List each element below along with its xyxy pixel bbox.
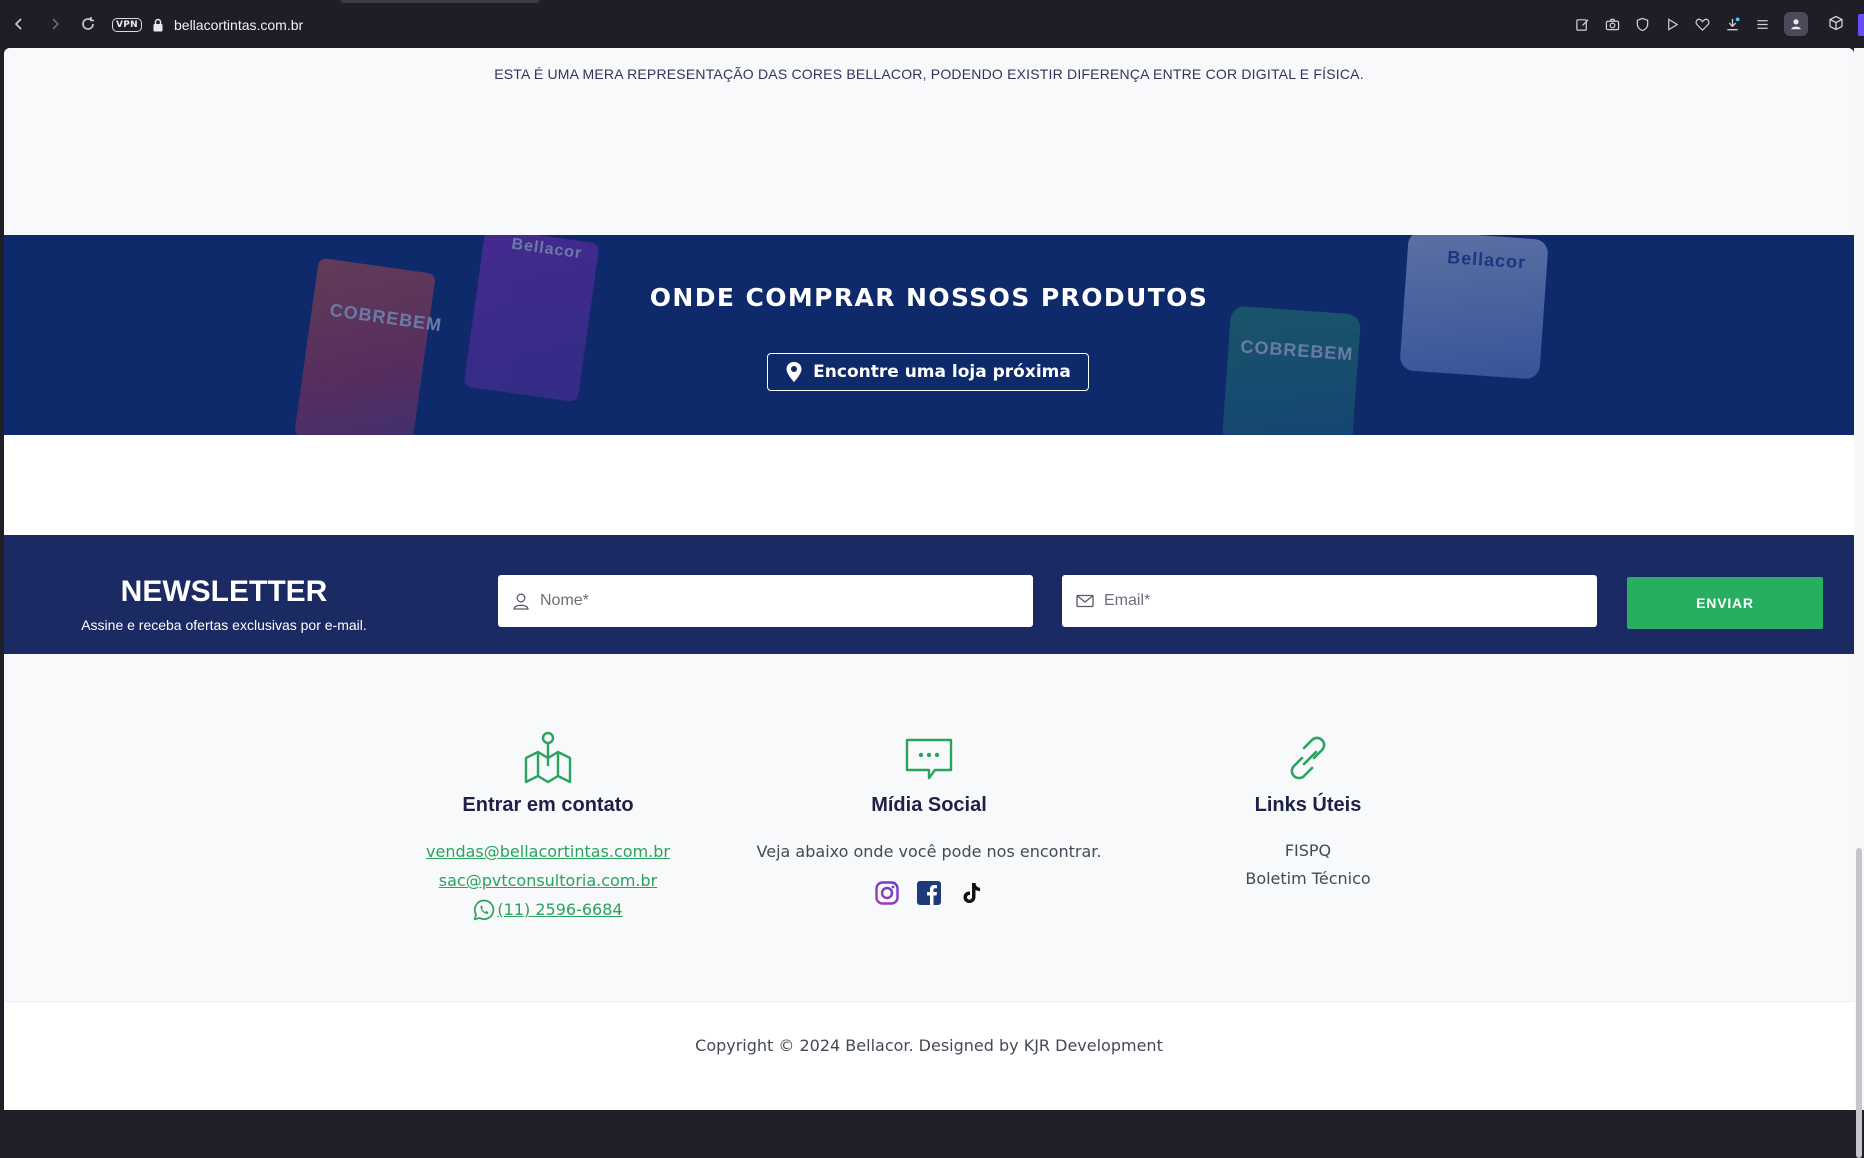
- newsletter-name-field-wrapper: [498, 575, 1033, 627]
- copyright-bar: Copyright © 2024 Bellacor. Designed by K…: [4, 1001, 1854, 1110]
- heart-icon[interactable]: [1694, 16, 1710, 32]
- useful-links-list: FISPQ Boletim Técnico: [1098, 837, 1518, 893]
- support-email-link[interactable]: sac@pvtconsultoria.com.br: [338, 866, 758, 895]
- social-heading: Mídia Social: [871, 794, 987, 816]
- address-bar[interactable]: VPN bellacortintas.com.br: [112, 12, 303, 38]
- can-label: Bellacor: [510, 235, 584, 263]
- lock-icon: [153, 18, 163, 32]
- camera-icon[interactable]: [1604, 16, 1620, 32]
- newsletter-subtitle: Assine e receba ofertas exclusivas por e…: [81, 617, 367, 633]
- download-icon[interactable]: [1724, 16, 1740, 32]
- back-icon[interactable]: [8, 13, 30, 35]
- where-to-buy-banner: COBREBEM Bellacor COBREBEM Bellacor ONDE…: [4, 235, 1854, 435]
- fispq-link[interactable]: FISPQ: [1098, 837, 1518, 865]
- scrollbar-thumb[interactable]: [1856, 848, 1862, 1158]
- map-location-icon: [524, 731, 572, 784]
- url-text[interactable]: bellacortintas.com.br: [174, 17, 303, 33]
- profile-icon[interactable]: [1784, 12, 1808, 36]
- sales-email-link[interactable]: vendas@bellacortintas.com.br: [338, 837, 758, 866]
- shield-icon[interactable]: [1634, 16, 1650, 32]
- copyright-text: Copyright © 2024 Bellacor. Designed by K…: [695, 1036, 1163, 1055]
- active-tab-indicator: [340, 0, 540, 3]
- user-icon: [513, 593, 529, 610]
- newsletter-email-input[interactable]: [1104, 592, 1484, 610]
- newsletter-name-input[interactable]: [540, 592, 920, 610]
- technical-bulletin-link[interactable]: Boletim Técnico: [1098, 865, 1518, 893]
- newsletter-section: NEWSLETTER Assine e receba ofertas exclu…: [4, 535, 1854, 654]
- link-chain-icon: [1290, 736, 1326, 780]
- reload-icon[interactable]: [77, 13, 99, 35]
- instagram-icon[interactable]: [874, 880, 900, 906]
- vpn-badge[interactable]: VPN: [112, 18, 142, 32]
- color-disclaimer: ESTA É UMA MERA REPRESENTAÇÃO DAS CORES …: [494, 66, 1364, 82]
- social-icons-row: [719, 880, 1139, 906]
- forward-icon[interactable]: [44, 13, 66, 35]
- color-disclaimer-section: ESTA É UMA MERA REPRESENTAÇÃO DAS CORES …: [4, 48, 1854, 235]
- toolbar-actions: [1574, 12, 1808, 36]
- social-column: Mídia Social Veja abaixo onde você pode …: [719, 730, 1139, 906]
- browser-toolbar: VPN bellacortintas.com.br: [0, 0, 1864, 48]
- play-icon[interactable]: [1664, 16, 1680, 32]
- page-viewport: ESTA É UMA MERA REPRESENTAÇÃO DAS CORES …: [4, 48, 1854, 1110]
- sidebar-accent: [1858, 14, 1864, 36]
- paint-can-image: Bellacor: [463, 235, 600, 403]
- paint-can-image: COBREBEM: [1220, 305, 1362, 435]
- phone-link[interactable]: (11) 2596-6684: [497, 895, 622, 924]
- newsletter-submit-button[interactable]: ENVIAR: [1627, 577, 1823, 629]
- where-to-buy-title: ONDE COMPRAR NOSSOS PRODUTOS: [649, 283, 1209, 312]
- useful-links-heading: Links Úteis: [1254, 794, 1362, 816]
- whatsapp-icon[interactable]: [473, 899, 495, 921]
- page-scrollbar[interactable]: [1854, 48, 1864, 1158]
- tiktok-icon[interactable]: [958, 880, 984, 906]
- extensions-cube-icon[interactable]: [1828, 15, 1844, 31]
- footer-info: Entrar em contato vendas@bellacortintas.…: [4, 654, 1854, 1001]
- can-label: Bellacor: [1446, 247, 1527, 273]
- map-pin-icon: [786, 362, 802, 382]
- social-text: Veja abaixo onde você pode nos encontrar…: [756, 842, 1102, 861]
- menu-icon[interactable]: [1754, 16, 1770, 32]
- contact-details: vendas@bellacortintas.com.br sac@pvtcons…: [338, 837, 758, 924]
- chat-bubble-icon: [905, 738, 953, 780]
- newsletter-email-field-wrapper: [1062, 575, 1597, 627]
- edit-icon[interactable]: [1574, 16, 1590, 32]
- newsletter-title: NEWSLETTER: [120, 575, 328, 608]
- find-store-label: Encontre uma loja próxima: [813, 362, 1071, 382]
- contact-heading: Entrar em contato: [462, 794, 634, 816]
- envelope-icon: [1076, 594, 1094, 608]
- find-store-button[interactable]: Encontre uma loja próxima: [767, 353, 1089, 391]
- useful-links-column: Links Úteis FISPQ Boletim Técnico: [1098, 730, 1518, 893]
- contact-column: Entrar em contato vendas@bellacortintas.…: [338, 730, 758, 924]
- facebook-icon[interactable]: [916, 880, 942, 906]
- can-label: COBREBEM: [1239, 336, 1355, 365]
- phone-row: (11) 2596-6684: [338, 895, 758, 924]
